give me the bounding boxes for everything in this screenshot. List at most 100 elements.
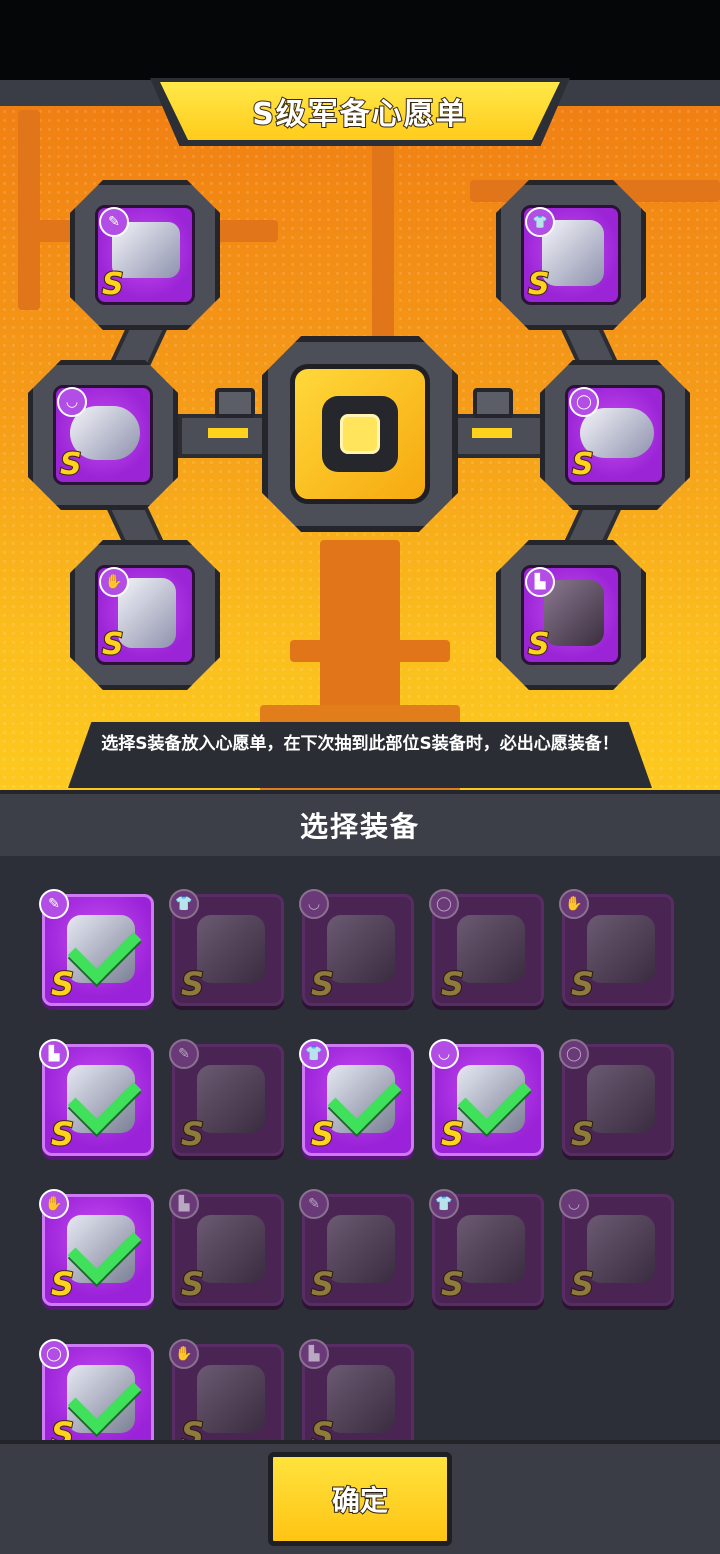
- grade-s-badge: S: [570, 1114, 595, 1154]
- wishlist-slot-glove[interactable]: S ✋: [70, 540, 220, 690]
- center-gem-icon: [340, 414, 380, 454]
- wishlist-slot-necklace[interactable]: S ◡: [28, 360, 178, 510]
- glove-icon: ✋: [559, 889, 589, 919]
- equipment-art: [587, 1065, 655, 1133]
- pen-nib-icon: ✎: [169, 1039, 199, 1069]
- title-banner: S级军备心愿单: [160, 82, 560, 140]
- equipment-art: [197, 915, 265, 983]
- belt-icon: ◯: [429, 889, 459, 919]
- equipment-card[interactable]: ◯ S: [39, 1339, 154, 1440]
- grade-s-badge: S: [440, 1114, 465, 1154]
- equipment-card[interactable]: ◡ S: [429, 1039, 544, 1156]
- necklace-icon: ◡: [429, 1039, 459, 1069]
- wishlist-slot-boots[interactable]: S ▙: [496, 540, 646, 690]
- indicator-light-left: [208, 428, 248, 438]
- equipment-art: [457, 1215, 525, 1283]
- equipment-card[interactable]: ▙ S: [299, 1339, 414, 1440]
- bg-pipe: [372, 120, 394, 340]
- grade-s-badge: S: [310, 964, 335, 1004]
- shirt-icon: 👕: [169, 889, 199, 919]
- glove-icon: ✋: [169, 1339, 199, 1369]
- shirt-icon: 👕: [525, 207, 555, 237]
- tip-text: 选择S装备放入心愿单，在下次抽到此部位S装备时，必出心愿装备！: [101, 734, 619, 754]
- grade-s-badge: S: [527, 626, 551, 663]
- confirm-button[interactable]: 确定: [268, 1452, 452, 1546]
- equipment-art: [327, 1215, 395, 1283]
- grade-s-badge: S: [180, 964, 205, 1004]
- necklace-icon: ◡: [299, 889, 329, 919]
- pen-nib-icon: ✎: [39, 889, 69, 919]
- equipment-art: [587, 1215, 655, 1283]
- pen-nib-icon: ✎: [99, 207, 129, 237]
- top-status-bar: [0, 0, 720, 80]
- grade-s-badge: S: [180, 1264, 205, 1304]
- bg-pipe: [290, 640, 450, 662]
- equipment-card[interactable]: 👕 S: [429, 1189, 544, 1306]
- equipment-card[interactable]: ✋ S: [169, 1339, 284, 1440]
- grade-s-badge: S: [310, 1264, 335, 1304]
- bg-pipe: [18, 110, 40, 310]
- shirt-icon: 👕: [299, 1039, 329, 1069]
- knob-right: [473, 388, 513, 418]
- glove-icon: ✋: [99, 567, 129, 597]
- belt-icon: ◯: [559, 1039, 589, 1069]
- grade-s-badge: S: [310, 1114, 335, 1154]
- equipment-card[interactable]: ✎ S: [39, 889, 154, 1006]
- grade-s-badge: S: [50, 1414, 75, 1440]
- confirm-label: 确定: [331, 1483, 389, 1518]
- knob-left: [215, 388, 255, 418]
- necklace-icon: ◡: [57, 387, 87, 417]
- wishlist-slot-weapon[interactable]: S ✎: [70, 180, 220, 330]
- equipment-art: [197, 1365, 265, 1433]
- grade-s-badge: S: [101, 266, 125, 303]
- grade-s-badge: S: [50, 964, 75, 1004]
- belt-icon: ◯: [39, 1339, 69, 1369]
- grade-s-badge: S: [101, 626, 125, 663]
- equipment-card[interactable]: ▙ S: [169, 1189, 284, 1306]
- grade-s-badge: S: [570, 1264, 595, 1304]
- wishlist-slot-armor[interactable]: S 👕: [496, 180, 646, 330]
- boot-icon: ▙: [169, 1189, 199, 1219]
- equipment-grid[interactable]: ✎ S 👕 S ◡ S ◯ S ✋ S ▙ S ✎ S 👕 S ◡ S ◯ S ✋ S ▙ S ✎ S 👕 S ◡ S ◯ S ✋ S ▙ S: [0, 856, 720, 1440]
- equipment-card[interactable]: ◯ S: [429, 889, 544, 1006]
- boot-icon: ▙: [299, 1339, 329, 1369]
- equipment-art: [327, 1365, 395, 1433]
- boots-art: [544, 580, 604, 646]
- section-title: 选择装备: [299, 810, 420, 843]
- shirt-icon: 👕: [429, 1189, 459, 1219]
- grade-s-badge: S: [570, 964, 595, 1004]
- grade-s-badge: S: [50, 1114, 75, 1154]
- grade-s-badge: S: [571, 446, 595, 483]
- equipment-card[interactable]: ◡ S: [299, 889, 414, 1006]
- wishlist-slot-belt[interactable]: S ◯: [540, 360, 690, 510]
- boot-icon: ▙: [525, 567, 555, 597]
- equipment-card[interactable]: ▙ S: [39, 1039, 154, 1156]
- equipment-art: [197, 1215, 265, 1283]
- grade-s-badge: S: [180, 1114, 205, 1154]
- grade-s-badge: S: [527, 266, 551, 303]
- section-header: 选择装备: [0, 790, 720, 856]
- equipment-art: [197, 1065, 265, 1133]
- belt-icon: ◯: [569, 387, 599, 417]
- necklace-icon: ◡: [559, 1189, 589, 1219]
- equipment-card[interactable]: ◡ S: [559, 1189, 674, 1306]
- grade-s-badge: S: [310, 1414, 335, 1440]
- equipment-card[interactable]: 👕 S: [299, 1039, 414, 1156]
- equipment-card[interactable]: ✋ S: [559, 889, 674, 1006]
- equipment-card[interactable]: ✋ S: [39, 1189, 154, 1306]
- equipment-art: [327, 915, 395, 983]
- equipment-art: [587, 915, 655, 983]
- grade-s-badge: S: [50, 1264, 75, 1304]
- page-title: S级军备心愿单: [251, 96, 468, 133]
- pen-nib-icon: ✎: [299, 1189, 329, 1219]
- equipment-card[interactable]: ✎ S: [299, 1189, 414, 1306]
- boot-icon: ▙: [39, 1039, 69, 1069]
- grade-s-badge: S: [440, 1264, 465, 1304]
- grade-s-badge: S: [440, 964, 465, 1004]
- equipment-art: [457, 915, 525, 983]
- grade-s-badge: S: [59, 446, 83, 483]
- equipment-card[interactable]: ◯ S: [559, 1039, 674, 1156]
- indicator-light-right: [472, 428, 512, 438]
- equipment-card[interactable]: ✎ S: [169, 1039, 284, 1156]
- equipment-card[interactable]: 👕 S: [169, 889, 284, 1006]
